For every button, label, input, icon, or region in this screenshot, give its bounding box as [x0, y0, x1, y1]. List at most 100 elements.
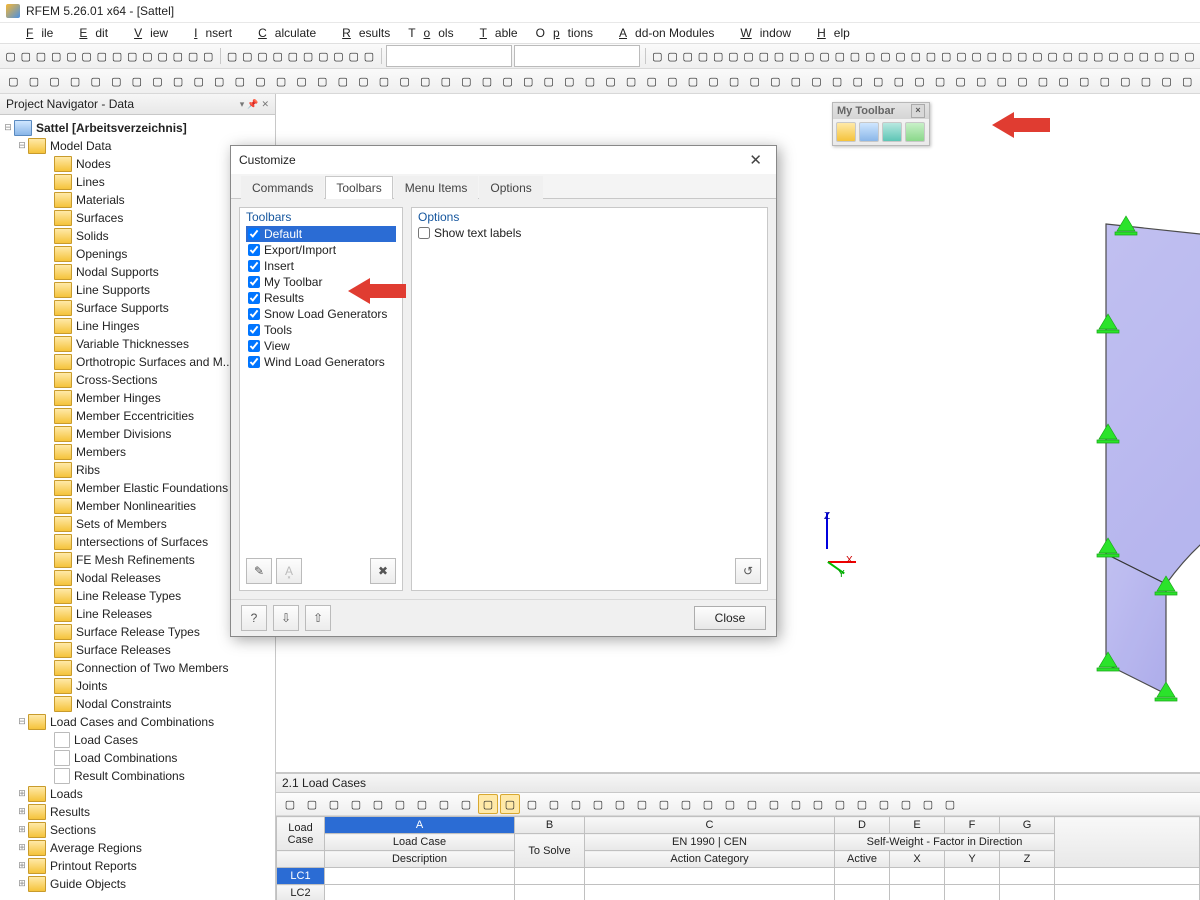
toolbar-button[interactable]: ▢	[231, 71, 250, 91]
toolbar-button[interactable]: ▢	[251, 71, 270, 91]
toolbar-button[interactable]: ▢	[141, 46, 154, 66]
toolbar-button[interactable]: ▢	[334, 71, 353, 91]
toolbar-button[interactable]: ▢	[581, 71, 600, 91]
toolbar-checkbox[interactable]	[248, 260, 260, 272]
toolbar-button[interactable]: ▢	[955, 46, 968, 66]
toolbar-button[interactable]: ▢	[436, 71, 455, 91]
lp-toolbar-button[interactable]: ▢	[742, 794, 762, 814]
lp-toolbar-button[interactable]: ▢	[522, 794, 542, 814]
toolbar-button[interactable]: ▢	[1095, 71, 1114, 91]
toolbar-button[interactable]: ▢	[1107, 46, 1120, 66]
toolbar-button[interactable]: ▢	[202, 46, 215, 66]
toolbar-button[interactable]: ▢	[317, 46, 330, 66]
toolbar-button[interactable]: ▢	[1075, 71, 1094, 91]
lp-toolbar-button[interactable]: ▢	[940, 794, 960, 814]
toolbar-combo[interactable]	[386, 45, 512, 67]
toolbar-button[interactable]: ▢	[681, 46, 694, 66]
lp-toolbar-button[interactable]: ▢	[324, 794, 344, 814]
tab-menu-items[interactable]: Menu Items	[394, 176, 479, 199]
toolbar-button[interactable]: ▢	[909, 46, 922, 66]
lp-toolbar-button[interactable]: ▢	[500, 794, 520, 814]
toolbar-button[interactable]: ▢	[745, 71, 764, 91]
tree-item[interactable]: Connection of Two Members	[2, 659, 275, 677]
show-text-labels-checkbox[interactable]: Show text labels	[418, 226, 761, 240]
toolbar-button[interactable]: ▢	[292, 71, 311, 91]
my-toolbar-btn[interactable]	[905, 122, 925, 142]
menu-tools[interactable]: Tools	[400, 24, 461, 42]
toolbar-button[interactable]: ▢	[725, 71, 744, 91]
lp-toolbar-button[interactable]: ▢	[896, 794, 916, 814]
import-button[interactable]: ⇩	[273, 605, 299, 631]
menu-results[interactable]: Results	[326, 24, 398, 42]
toolbar-list-item[interactable]: Wind Load Generators	[246, 354, 396, 370]
tree-item[interactable]: Surface Releases	[2, 641, 275, 659]
tree-item[interactable]: Nodal Constraints	[2, 695, 275, 713]
toolbar-button[interactable]: ▢	[910, 71, 929, 91]
toolbar-button[interactable]: ▢	[663, 71, 682, 91]
toolbar-button[interactable]: ▢	[704, 71, 723, 91]
toolbar-button[interactable]: ▢	[539, 71, 558, 91]
tree-group[interactable]: ⊞Average Regions	[2, 839, 275, 857]
new-toolbar-button[interactable]: ✎	[246, 558, 272, 584]
toolbar-button[interactable]: ▢	[1183, 46, 1196, 66]
toolbar-button[interactable]: ▢	[1031, 46, 1044, 66]
toolbars-list[interactable]: DefaultExport/ImportInsertMy ToolbarResu…	[246, 226, 396, 552]
my-toolbar-header[interactable]: My Toolbar ×	[833, 103, 929, 119]
lp-toolbar-button[interactable]: ▢	[302, 794, 322, 814]
toolbar-button[interactable]: ▢	[4, 71, 23, 91]
toolbar-button[interactable]: ▢	[362, 46, 375, 66]
toolbar-button[interactable]: ▢	[272, 71, 291, 91]
toolbar-list-item[interactable]: Snow Load Generators	[246, 306, 396, 322]
toolbar-button[interactable]: ▢	[110, 46, 123, 66]
toolbar-button[interactable]: ▢	[332, 46, 345, 66]
toolbar-button[interactable]: ▢	[924, 46, 937, 66]
toolbar-button[interactable]: ▢	[457, 71, 476, 91]
my-toolbar-btn[interactable]	[882, 122, 902, 142]
toolbar-button[interactable]: ▢	[80, 46, 93, 66]
toolbar-button[interactable]: ▢	[519, 71, 538, 91]
toolbar-checkbox[interactable]	[248, 340, 260, 352]
show-text-labels-input[interactable]	[418, 227, 430, 239]
toolbar-button[interactable]: ▢	[126, 46, 139, 66]
toolbar-button[interactable]: ▢	[95, 46, 108, 66]
toolbar-button[interactable]: ▢	[241, 46, 254, 66]
toolbar-button[interactable]: ▢	[828, 71, 847, 91]
nav-close-icon[interactable]: ✕	[261, 99, 269, 110]
rename-toolbar-button[interactable]: A͓	[276, 558, 302, 584]
menu-file[interactable]: File	[10, 24, 61, 42]
toolbar-button[interactable]: ▢	[1061, 46, 1074, 66]
toolbar-button[interactable]: ▢	[347, 46, 360, 66]
close-icon[interactable]: ×	[911, 104, 925, 118]
toolbar-button[interactable]: ▢	[651, 46, 664, 66]
toolbar-button[interactable]: ▢	[985, 46, 998, 66]
toolbar-button[interactable]: ▢	[890, 71, 909, 91]
toolbar-button[interactable]: ▢	[788, 46, 801, 66]
toolbar-button[interactable]: ▢	[869, 71, 888, 91]
toolbar-button[interactable]: ▢	[66, 71, 85, 91]
toolbar-list-item[interactable]: Tools	[246, 322, 396, 338]
toolbar-button[interactable]: ▢	[1168, 46, 1181, 66]
toolbar-combo[interactable]	[514, 45, 640, 67]
toolbar-button[interactable]: ▢	[1178, 71, 1197, 91]
toolbar-button[interactable]: ▢	[766, 71, 785, 91]
lp-toolbar-button[interactable]: ▢	[610, 794, 630, 814]
toolbar-button[interactable]: ▢	[712, 46, 725, 66]
toolbar-button[interactable]: ▢	[1092, 46, 1105, 66]
toolbar-button[interactable]: ▢	[1137, 46, 1150, 66]
toolbar-button[interactable]: ▢	[1137, 71, 1156, 91]
lp-toolbar-button[interactable]: ▢	[808, 794, 828, 814]
menu-help[interactable]: Help	[801, 24, 858, 42]
my-toolbar-floating[interactable]: My Toolbar ×	[832, 102, 930, 146]
toolbar-checkbox[interactable]	[248, 324, 260, 336]
toolbar-button[interactable]: ▢	[642, 71, 661, 91]
toolbar-button[interactable]: ▢	[560, 71, 579, 91]
toolbar-button[interactable]: ▢	[301, 46, 314, 66]
lp-toolbar-button[interactable]: ▢	[280, 794, 300, 814]
toolbar-button[interactable]: ▢	[107, 71, 126, 91]
lp-toolbar-button[interactable]: ▢	[720, 794, 740, 814]
delete-toolbar-button[interactable]: ✖	[370, 558, 396, 584]
toolbar-button[interactable]: ▢	[25, 71, 44, 91]
toolbar-button[interactable]: ▢	[156, 46, 169, 66]
close-button[interactable]: Close	[694, 606, 766, 630]
toolbar-button[interactable]: ▢	[818, 46, 831, 66]
